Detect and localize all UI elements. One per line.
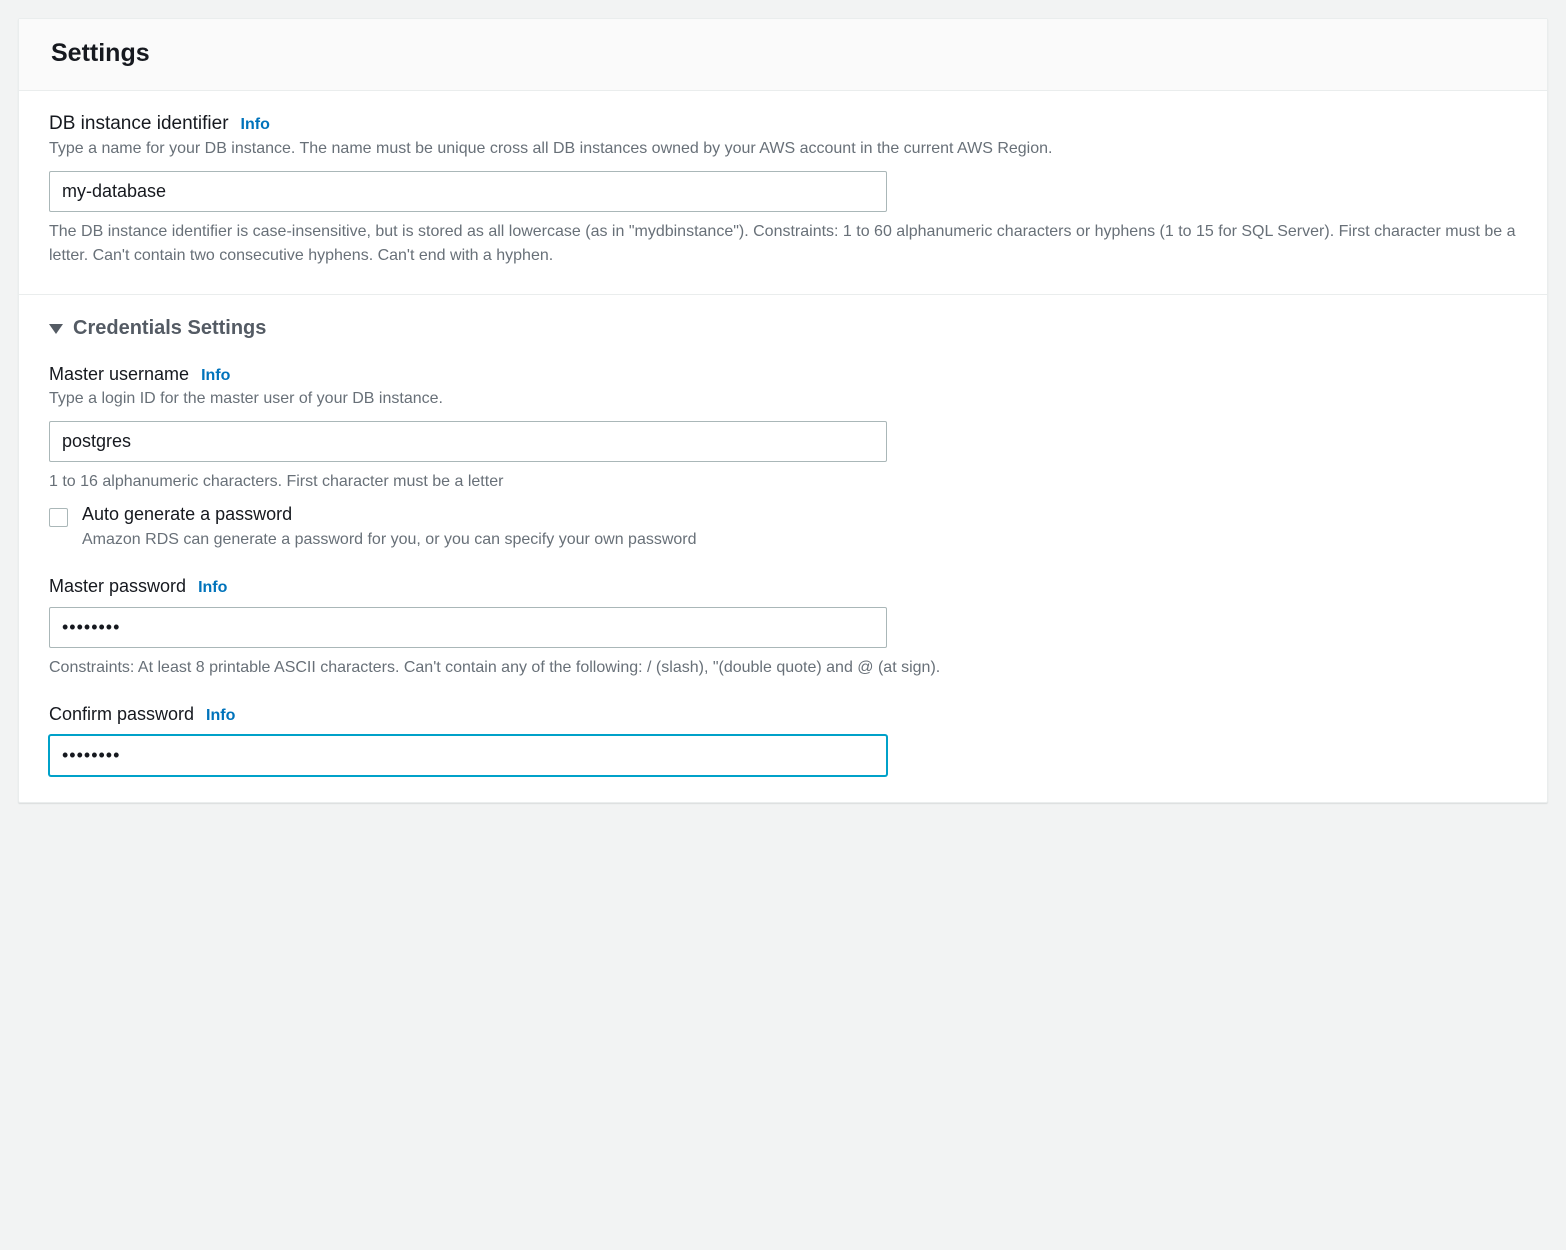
master-username-input[interactable] xyxy=(49,421,887,462)
db-identifier-label-row: DB instance identifier Info xyxy=(49,113,1517,135)
master-username-label: Master username xyxy=(49,364,189,385)
master-password-label: Master password xyxy=(49,576,186,597)
master-password-constraint: Constraints: At least 8 printable ASCII … xyxy=(49,656,1517,680)
confirm-password-label-row: Confirm password Info xyxy=(49,704,1517,725)
db-identifier-description: Type a name for your DB instance. The na… xyxy=(49,137,1517,161)
auto-generate-content: Auto generate a password Amazon RDS can … xyxy=(82,504,697,551)
master-username-group: Master username Info Type a login ID for… xyxy=(49,364,1517,552)
db-identifier-label: DB instance identifier xyxy=(49,113,229,135)
auto-generate-label[interactable]: Auto generate a password xyxy=(82,504,697,525)
master-username-description: Type a login ID for the master user of y… xyxy=(49,387,1517,411)
db-identifier-section: DB instance identifier Info Type a name … xyxy=(19,91,1547,294)
confirm-password-info-link[interactable]: Info xyxy=(206,707,235,725)
db-identifier-input[interactable] xyxy=(49,171,887,212)
caret-down-icon[interactable] xyxy=(49,324,63,334)
settings-panel: Settings DB instance identifier Info Typ… xyxy=(18,18,1548,803)
credentials-header[interactable]: Credentials Settings xyxy=(49,317,1517,340)
master-password-info-link[interactable]: Info xyxy=(198,579,227,597)
confirm-password-group: Confirm password Info xyxy=(49,704,1517,776)
master-password-input[interactable] xyxy=(49,607,887,648)
auto-generate-description: Amazon RDS can generate a password for y… xyxy=(82,529,697,551)
credentials-title: Credentials Settings xyxy=(73,317,266,340)
credentials-section: Credentials Settings Master username Inf… xyxy=(19,294,1547,802)
master-password-group: Master password Info Constraints: At lea… xyxy=(49,576,1517,680)
master-username-label-row: Master username Info xyxy=(49,364,1517,385)
master-username-info-link[interactable]: Info xyxy=(201,367,230,385)
db-identifier-info-link[interactable]: Info xyxy=(241,116,270,134)
auto-generate-row: Auto generate a password Amazon RDS can … xyxy=(49,504,1517,551)
confirm-password-label: Confirm password xyxy=(49,704,194,725)
master-password-label-row: Master password Info xyxy=(49,576,1517,597)
panel-header: Settings xyxy=(19,19,1547,91)
auto-generate-checkbox[interactable] xyxy=(49,508,68,527)
master-username-constraint: 1 to 16 alphanumeric characters. First c… xyxy=(49,470,1517,494)
confirm-password-input[interactable] xyxy=(49,735,887,776)
panel-title: Settings xyxy=(51,39,1519,68)
db-identifier-constraint: The DB instance identifier is case-insen… xyxy=(49,220,1517,268)
